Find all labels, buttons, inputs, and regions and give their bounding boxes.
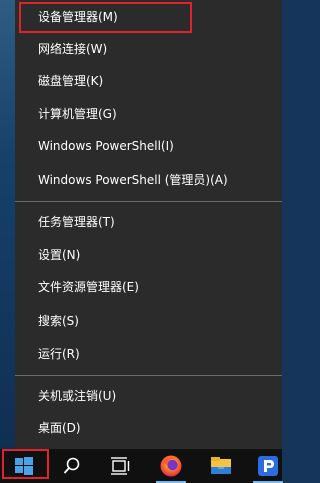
task-view-button[interactable] <box>100 449 140 483</box>
menu-item-search[interactable]: 搜索(S) <box>15 304 282 336</box>
menu-item-computer-management[interactable]: 计算机管理(G) <box>15 97 282 129</box>
start-button-highlight <box>2 449 49 479</box>
menu-item-powershell-admin[interactable]: Windows PowerShell (管理员)(A) <box>15 163 282 195</box>
menu-separator <box>15 375 282 376</box>
search-icon <box>63 457 80 474</box>
menu-item-label: 运行(R) <box>38 346 80 361</box>
menu-item-run[interactable]: 运行(R) <box>15 337 282 369</box>
app-icon <box>258 456 278 476</box>
menu-separator <box>15 201 282 202</box>
menu-item-label: 桌面(D) <box>38 420 81 435</box>
highlight-box <box>19 2 192 33</box>
menu-item-file-explorer[interactable]: 文件资源管理器(E) <box>15 270 282 302</box>
menu-item-desktop[interactable]: 桌面(D) <box>15 411 282 443</box>
menu-item-label: 网络连接(W) <box>38 41 108 56</box>
menu-item-shutdown-signout[interactable]: 关机或注销(U) <box>15 379 282 411</box>
taskbar <box>0 449 283 483</box>
menu-item-network-connections[interactable]: 网络连接(W) <box>15 32 282 64</box>
menu-item-label: 设置(N) <box>38 247 81 262</box>
menu-item-label: 搜索(S) <box>38 313 79 328</box>
menu-item-task-manager[interactable]: 任务管理器(T) <box>15 205 282 237</box>
firefox-icon <box>160 455 182 477</box>
menu-item-label: 计算机管理(G) <box>38 106 117 121</box>
menu-item-label: 关机或注销(U) <box>38 388 117 403</box>
menu-item-label: Windows PowerShell (管理员)(A) <box>38 172 228 187</box>
menu-item-label: 磁盘管理(K) <box>38 73 104 88</box>
search-button[interactable] <box>52 449 92 483</box>
menu-item-disk-management[interactable]: 磁盘管理(K) <box>15 64 282 96</box>
menu-item-label: 文件资源管理器(E) <box>38 279 139 294</box>
menu-item-label: Windows PowerShell(I) <box>38 139 174 153</box>
task-view-icon <box>111 457 130 475</box>
menu-item-settings[interactable]: 设置(N) <box>15 238 282 270</box>
menu-item-powershell[interactable]: Windows PowerShell(I) <box>15 130 282 162</box>
firefox-taskbar-button[interactable] <box>151 449 191 483</box>
file-explorer-icon <box>211 457 231 474</box>
menu-item-label: 任务管理器(T) <box>38 214 115 229</box>
file-explorer-taskbar-button[interactable] <box>201 449 241 483</box>
winx-context-menu: 设备管理器(M) 网络连接(W) 磁盘管理(K) 计算机管理(G) Window… <box>15 0 282 449</box>
app-taskbar-button[interactable] <box>248 449 288 483</box>
desktop-background <box>0 0 15 449</box>
